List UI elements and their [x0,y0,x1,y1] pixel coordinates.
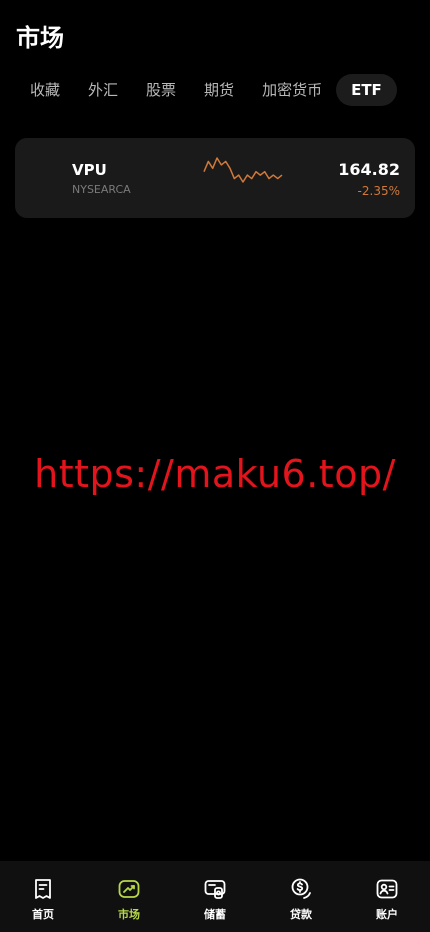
savings-icon [204,880,226,899]
nav-label-loan: 贷款 [290,908,312,921]
nav-item-market[interactable]: 市场 [94,877,164,922]
account-icon [376,879,398,899]
nav-item-savings[interactable]: 储蓄 [180,877,250,922]
home-icon [35,879,51,899]
watermark-url: https://maku6.top/ [34,452,396,496]
tab-crypto[interactable]: 加密货币 [248,74,336,106]
market-tabs: 收藏 外汇 股票 期货 加密货币 ETF [16,74,397,106]
quote-exchange: NYSEARCA [72,183,131,196]
tab-favorites[interactable]: 收藏 [16,74,74,106]
nav-label-home: 首页 [32,908,54,921]
quote-change: -2.35% [357,184,400,198]
nav-label-market: 市场 [118,908,140,921]
bottom-nav: 首页 市场 储蓄 贷款 账户 [0,861,430,932]
tab-futures[interactable]: 期货 [190,74,248,106]
sparkline-chart [203,157,283,183]
quote-price: 164.82 [338,160,400,179]
quote-symbol: VPU [72,161,107,179]
page-title: 市场 [16,24,64,52]
tab-forex[interactable]: 外汇 [74,74,132,106]
tab-stocks[interactable]: 股票 [132,74,190,106]
sparkline-line [203,157,283,183]
nav-item-home[interactable]: 首页 [8,877,78,922]
nav-item-loan[interactable]: 贷款 [266,877,336,922]
nav-label-savings: 储蓄 [204,908,226,921]
nav-item-account[interactable]: 账户 [352,877,422,922]
loan-icon [291,878,311,899]
market-icon [118,880,140,898]
nav-label-account: 账户 [376,908,398,921]
tab-etf[interactable]: ETF [336,74,397,106]
quote-card[interactable]: VPU NYSEARCA 164.82 -2.35% [15,138,415,218]
